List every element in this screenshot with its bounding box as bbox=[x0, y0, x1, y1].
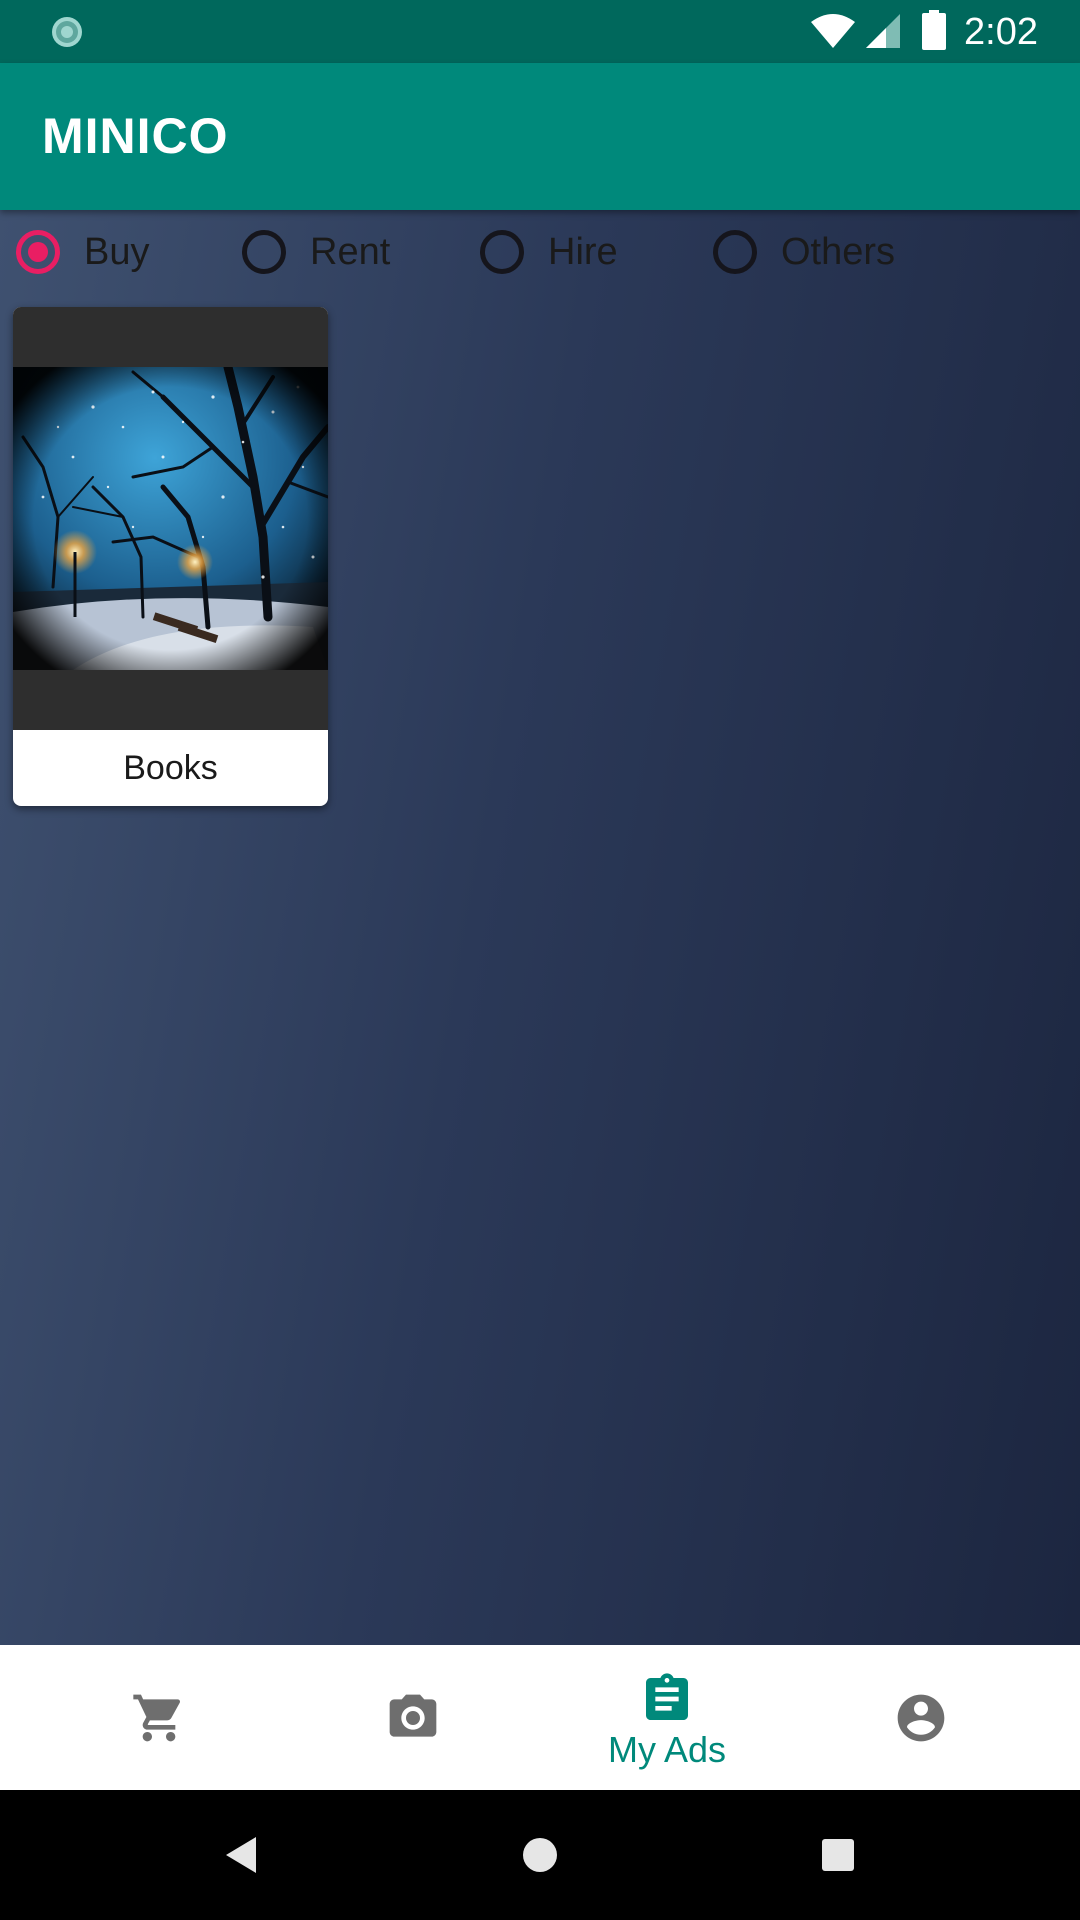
status-time: 2:02 bbox=[964, 11, 1038, 53]
account-circle-icon bbox=[897, 1694, 945, 1742]
back-icon[interactable] bbox=[212, 1825, 272, 1885]
category-radio-group: Buy Rent Hire Others bbox=[0, 210, 1080, 296]
status-bar: 2:02 bbox=[0, 0, 1080, 63]
radio-label-hire: Hire bbox=[548, 231, 618, 273]
radio-label-rent: Rent bbox=[310, 231, 391, 273]
battery-icon bbox=[922, 10, 946, 50]
nav-item-my-ads[interactable]: My Ads bbox=[532, 1645, 802, 1790]
radio-button-unchecked-icon[interactable] bbox=[480, 230, 524, 274]
ad-card[interactable]: Books bbox=[13, 307, 328, 806]
nav-label-my-ads: My Ads bbox=[607, 1729, 727, 1770]
app-bar: MINICO bbox=[0, 63, 1080, 210]
wifi-icon bbox=[811, 14, 855, 48]
nav-item-buy[interactable] bbox=[24, 1645, 294, 1790]
radio-rent[interactable]: Rent bbox=[242, 224, 390, 280]
system-navigation-bar bbox=[0, 1790, 1080, 1920]
cell-signal-icon bbox=[866, 14, 900, 48]
recents-icon[interactable] bbox=[808, 1825, 868, 1885]
radio-others[interactable]: Others bbox=[713, 224, 895, 280]
clipboard-icon bbox=[646, 1673, 688, 1720]
cart-icon bbox=[133, 1694, 181, 1742]
radio-button-unchecked-icon[interactable] bbox=[242, 230, 286, 274]
ad-title: Books bbox=[123, 749, 218, 787]
nav-item-profile[interactable] bbox=[786, 1645, 1056, 1790]
radio-button-checked-icon[interactable] bbox=[16, 230, 60, 274]
snowy-park-night-photo bbox=[13, 367, 328, 670]
radio-buy[interactable]: Buy bbox=[16, 224, 149, 280]
bottom-navigation: My Ads bbox=[0, 1645, 1080, 1790]
sync-icon bbox=[52, 17, 82, 47]
radio-label-buy: Buy bbox=[84, 231, 150, 273]
radio-label-others: Others bbox=[781, 231, 896, 273]
radio-button-unchecked-icon[interactable] bbox=[713, 230, 757, 274]
radio-hire[interactable]: Hire bbox=[480, 224, 618, 280]
camera-icon bbox=[389, 1694, 437, 1737]
ad-image bbox=[13, 307, 328, 730]
main-content: Buy Rent Hire Others Books bbox=[0, 210, 1080, 1645]
nav-item-post[interactable] bbox=[278, 1645, 548, 1790]
app-title: MINICO bbox=[42, 108, 229, 164]
home-icon[interactable] bbox=[510, 1825, 570, 1885]
